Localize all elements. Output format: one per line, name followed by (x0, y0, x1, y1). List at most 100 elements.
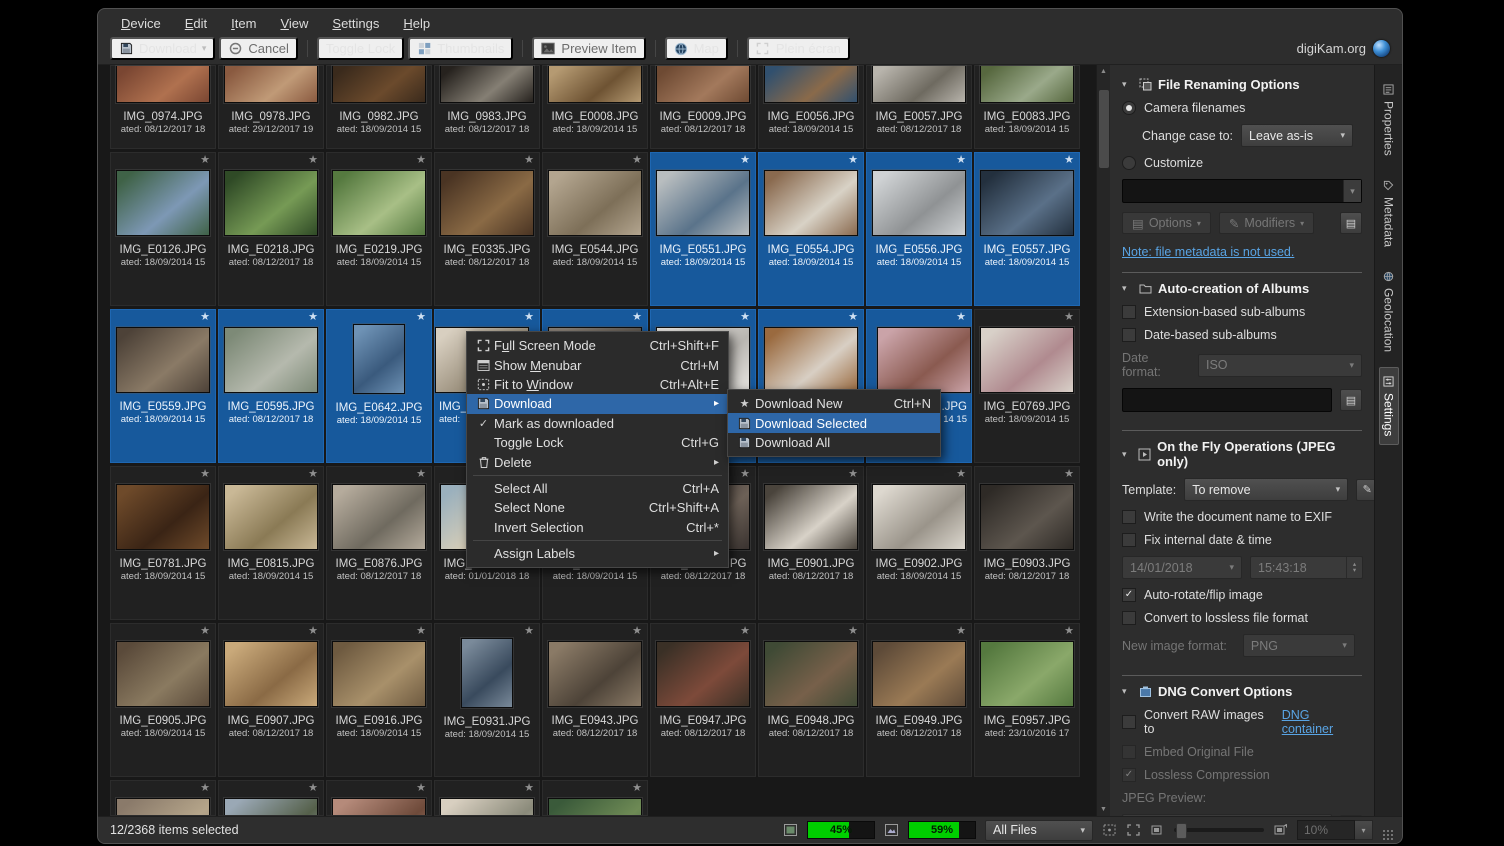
scrollbar-thumb[interactable] (1099, 90, 1109, 168)
thumbnail-cell[interactable]: ★IMG_E0902.JPGated: 18/09/2014 15 (866, 466, 972, 620)
date-picker[interactable]: 14/01/2018 ▾ (1122, 556, 1242, 579)
metadata-note-link[interactable]: Note: file metadata is not used. (1122, 245, 1294, 259)
star-icon[interactable]: ★ (200, 154, 210, 167)
star-icon[interactable]: ★ (848, 311, 858, 324)
star-icon[interactable]: ★ (632, 625, 642, 638)
thumbnail-cell[interactable]: ★IMG_E0008.JPGated: 18/09/2014 15 (542, 65, 648, 149)
star-icon[interactable]: ★ (416, 468, 426, 481)
star-icon[interactable]: ★ (416, 782, 426, 795)
thumbnail-cell[interactable]: ★IMG_0978.JPGated: 29/12/2017 19 (218, 65, 324, 149)
menu-item-select-all[interactable]: Select AllCtrl+A (467, 479, 728, 498)
checkbox-auto-rotate[interactable]: Auto-rotate/flip image (1122, 588, 1362, 602)
star-icon[interactable]: ★ (524, 625, 534, 638)
menu-item-toggle-lock[interactable]: Toggle LockCtrl+G (467, 433, 728, 452)
thumbnail-cell[interactable]: ★IMG_E0876.JPGated: 08/12/2017 18 (326, 466, 432, 620)
star-icon[interactable]: ★ (632, 782, 642, 795)
thumbnail-cell[interactable]: ★IMG_E0916.JPGated: 18/09/2014 15 (326, 623, 432, 777)
zoom-level-combo[interactable]: 10% ▾ (1297, 820, 1373, 840)
star-icon[interactable]: ★ (200, 782, 210, 795)
zoom-slider-handle[interactable] (1176, 823, 1187, 839)
date-format-hint-button[interactable]: ▤ (1340, 389, 1362, 411)
thumbnail-cell[interactable]: ★IMG_E0642.JPGated: 18/09/2014 15 (326, 309, 432, 463)
plein-cran-button[interactable]: Plein écran (747, 37, 850, 60)
star-icon[interactable]: ★ (848, 468, 858, 481)
thumbnail-cell[interactable]: ★ (110, 780, 216, 816)
menu-item-full-screen-mode[interactable]: Full Screen ModeCtrl+Shift+F (467, 336, 728, 355)
radio-camera-filenames[interactable]: Camera filenames (1122, 101, 1362, 115)
thumbnail-cell[interactable]: ★IMG_E0083.JPGated: 18/09/2014 15 (974, 65, 1080, 149)
checkbox-embed-original[interactable]: Embed Original File (1122, 745, 1362, 759)
star-icon[interactable]: ★ (524, 311, 534, 324)
tab-properties[interactable]: Properties (1379, 75, 1399, 165)
star-icon[interactable]: ★ (1064, 468, 1074, 481)
checkbox-convert-raw[interactable]: Convert RAW images to DNG container (1122, 708, 1362, 736)
menu-item-show-menubar[interactable]: Show MenubarCtrl+M (467, 355, 728, 374)
download-button[interactable]: Download▾ (110, 37, 215, 60)
star-icon[interactable]: ★ (956, 154, 966, 167)
menu-item-mark-as-downloaded[interactable]: ✓Mark as downloaded (467, 414, 728, 433)
new-format-select[interactable]: PNG ▾ (1243, 634, 1355, 657)
checkbox-convert-lossless[interactable]: Convert to lossless file format (1122, 611, 1362, 625)
star-icon[interactable]: ★ (740, 625, 750, 638)
options-button[interactable]: ▤ Options ▾ (1122, 212, 1211, 234)
thumbnail-cell[interactable]: ★IMG_E0943.JPGated: 08/12/2017 18 (542, 623, 648, 777)
star-icon[interactable]: ★ (956, 311, 966, 324)
thumbnails-button[interactable]: Thumbnails (408, 37, 513, 60)
checkbox-fix-datetime[interactable]: Fix internal date & time (1122, 533, 1362, 547)
rename-pattern-input[interactable]: ▾ (1122, 179, 1362, 203)
radio-customize[interactable]: Customize (1122, 156, 1362, 170)
scrollbar-down-icon[interactable]: ▼ (1097, 803, 1110, 816)
thumbnail-cell[interactable]: ★IMG_E0769.JPGated: 18/09/2014 15 (974, 309, 1080, 463)
thumbnail-cell[interactable]: ★IMG_E0595.JPGated: 08/12/2017 18 (218, 309, 324, 463)
thumbnail-cell[interactable]: ★IMG_E0931.JPGated: 18/09/2014 15 (434, 623, 540, 777)
menu-item-download-selected[interactable]: Download Selected (728, 413, 940, 432)
star-icon[interactable]: ★ (524, 154, 534, 167)
file-renaming-header[interactable]: ▾ File Renaming Options (1122, 77, 1362, 92)
menubar-item-help[interactable]: Help (403, 16, 430, 31)
spinner-arrows-icon[interactable]: ▴▾ (1346, 557, 1362, 578)
dng-container-link[interactable]: DNG container (1282, 708, 1362, 736)
star-icon[interactable]: ★ (632, 311, 642, 324)
star-icon[interactable]: ★ (956, 468, 966, 481)
fit-window-icon[interactable] (1126, 823, 1141, 837)
star-icon[interactable]: ★ (740, 154, 750, 167)
thumbnail-cell[interactable]: ★IMG_E0559.JPGated: 18/09/2014 15 (110, 309, 216, 463)
thumbnail-cell[interactable]: ★IMG_E0905.JPGated: 18/09/2014 15 (110, 623, 216, 777)
star-icon[interactable]: ★ (740, 468, 750, 481)
thumbnail-cell[interactable]: ★IMG_E0957.JPGated: 23/10/2016 17 (974, 623, 1080, 777)
star-icon[interactable]: ★ (1064, 311, 1074, 324)
tab-settings[interactable]: Settings (1379, 367, 1399, 445)
star-icon[interactable]: ★ (200, 468, 210, 481)
thumbnail-cell[interactable]: ★IMG_E0903.JPGated: 08/12/2017 18 (974, 466, 1080, 620)
tab-geolocation[interactable]: Geolocation (1379, 262, 1399, 361)
map-button[interactable]: Map (665, 37, 728, 60)
checkbox-date-subalbums[interactable]: Date-based sub-albums (1122, 328, 1362, 342)
menu-item-fit-to-window[interactable]: Fit to WindowCtrl+Alt+E (467, 375, 728, 394)
menubar-item-edit[interactable]: Edit (185, 16, 207, 31)
thumbnail-cell[interactable]: ★IMG_E0556.JPGated: 18/09/2014 15 (866, 152, 972, 306)
on-the-fly-header[interactable]: ▾ On the Fly Operations (JPEG only) (1122, 439, 1362, 469)
time-spinner[interactable]: 15:43:18 ▴▾ (1250, 556, 1363, 579)
thumbnail-cell[interactable]: ★IMG_E0948.JPGated: 08/12/2017 18 (758, 623, 864, 777)
menubar-item-item[interactable]: Item (231, 16, 256, 31)
thumbnail-cell[interactable]: ★IMG_E0335.JPGated: 08/12/2017 18 (434, 152, 540, 306)
tab-metadata[interactable]: Metadata (1379, 171, 1399, 256)
thumbnail-cell[interactable]: ★IMG_0974.JPGated: 08/12/2017 18 (110, 65, 216, 149)
thumbnail-cell[interactable]: ★IMG_E0815.JPGated: 18/09/2014 15 (218, 466, 324, 620)
star-icon[interactable]: ★ (740, 311, 750, 324)
thumbnail-cell[interactable]: ★ (326, 780, 432, 816)
menu-item-select-none[interactable]: Select NoneCtrl+Shift+A (467, 498, 728, 517)
thumbnail-cell[interactable]: ★IMG_E0901.JPGated: 08/12/2017 18 (758, 466, 864, 620)
checkbox-write-docname[interactable]: Write the document name to EXIF (1122, 510, 1362, 524)
menu-item-download[interactable]: Download▸ (467, 394, 728, 413)
edit-template-button[interactable]: ✎ (1356, 479, 1374, 501)
template-select[interactable]: To remove ▾ (1184, 478, 1348, 501)
star-icon[interactable]: ★ (848, 154, 858, 167)
star-icon[interactable]: ★ (416, 625, 426, 638)
zoom-in-icon[interactable] (1273, 823, 1288, 837)
menubar-item-device[interactable]: Device (121, 16, 161, 31)
star-icon[interactable]: ★ (632, 154, 642, 167)
menu-item-download-all[interactable]: Download All (728, 433, 940, 452)
auto-albums-header[interactable]: ▾ Auto-creation of Albums (1122, 281, 1362, 296)
star-icon[interactable]: ★ (308, 154, 318, 167)
